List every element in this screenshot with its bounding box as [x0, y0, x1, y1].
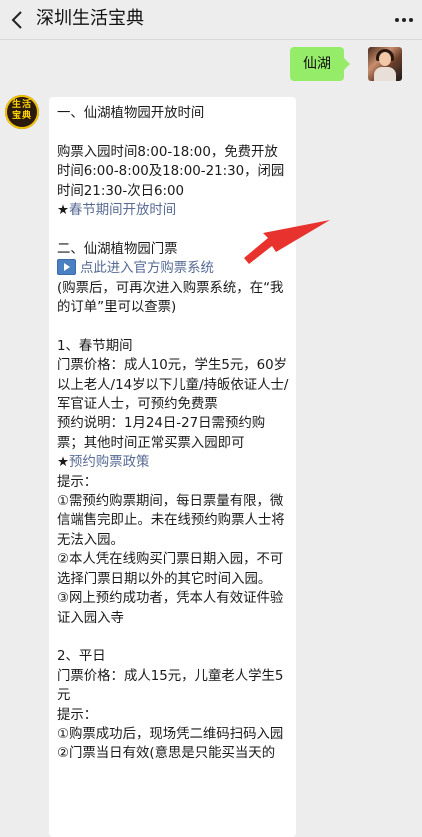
message-link[interactable]: 预约购票政策 — [69, 455, 149, 470]
message-link[interactable]: 春节期间开放时间 — [69, 203, 176, 218]
message-line: ③网上预约成功者，凭本人有效证件验证入园入寺 — [57, 591, 284, 626]
message-line: 门票价格：成人10元，学生5元，60岁以上老人/14岁以下儿童/持皈依证人士/军… — [57, 358, 289, 413]
message-line: 提示： — [57, 707, 98, 723]
message-line: 提示： — [57, 474, 98, 490]
more-dots-icon[interactable] — [392, 8, 416, 32]
message-line: 预约说明：1月24日-27日需预约购票；其他时间正常买票入园即可 — [57, 416, 266, 451]
message-line: 二、仙湖植物园门票 — [57, 241, 178, 257]
bot-avatar[interactable]: 生活 宝典 — [5, 95, 39, 129]
user-message-bubble[interactable]: 仙湖 — [290, 47, 350, 81]
message-line: ②门票当日有效(意思是只能买当天的 — [57, 746, 276, 762]
chat-title: 深圳生活宝典 — [36, 8, 144, 29]
bot-message-bubble: 一、仙湖植物园开放时间购票入园时间8:00-18:00，免费开放时间6:00-8… — [49, 97, 296, 837]
message-line: 购票入园时间8:00-18:00，免费开放时间6:00-8:00及18:00-2… — [57, 144, 285, 199]
back-arrow-icon[interactable] — [4, 5, 32, 35]
message-line: ①购票成功后，现场凭二维码扫码入园 — [57, 726, 284, 742]
message-line: ①需预约购票期间，每日票量有限，微信端售完即止。未在线预约购票人士将无法入园。 — [57, 494, 285, 548]
play-icon[interactable] — [57, 259, 76, 276]
bot-avatar-logo-text: 生活 宝典 — [11, 100, 32, 121]
top-bar: 深圳生活宝典 — [0, 0, 422, 40]
ticket-system-link[interactable]: 点此进入官方购票系统 — [80, 261, 214, 276]
user-message-row: 仙湖 — [142, 47, 402, 82]
message-line: 1、春节期间 — [57, 338, 133, 354]
message-line: ②本人凭在线购买门票日期入园，不可选择门票日期以外的其它时间入园。 — [57, 552, 284, 587]
user-avatar[interactable] — [368, 47, 402, 81]
bot-message-content: 一、仙湖植物园开放时间购票入园时间8:00-18:00，免费开放时间6:00-8… — [57, 104, 291, 764]
message-line: 一、仙湖植物园开放时间 — [57, 106, 205, 121]
star-icon: ★ — [57, 203, 70, 219]
message-link-line: ★春节期间开放时间 — [57, 201, 291, 220]
message-line: (购票后，可再次进入购票系统，在“我的订单”里可以查票) — [57, 280, 284, 316]
message-link-line: ★预约购票政策 — [57, 453, 291, 472]
ticket-system-link-line: 点此进入官方购票系统 — [57, 259, 291, 278]
star-icon: ★ — [57, 455, 70, 471]
message-line: 门票价格：成人15元，儿童老人学生5元 — [57, 668, 284, 704]
message-line: 2、平日 — [57, 649, 106, 665]
